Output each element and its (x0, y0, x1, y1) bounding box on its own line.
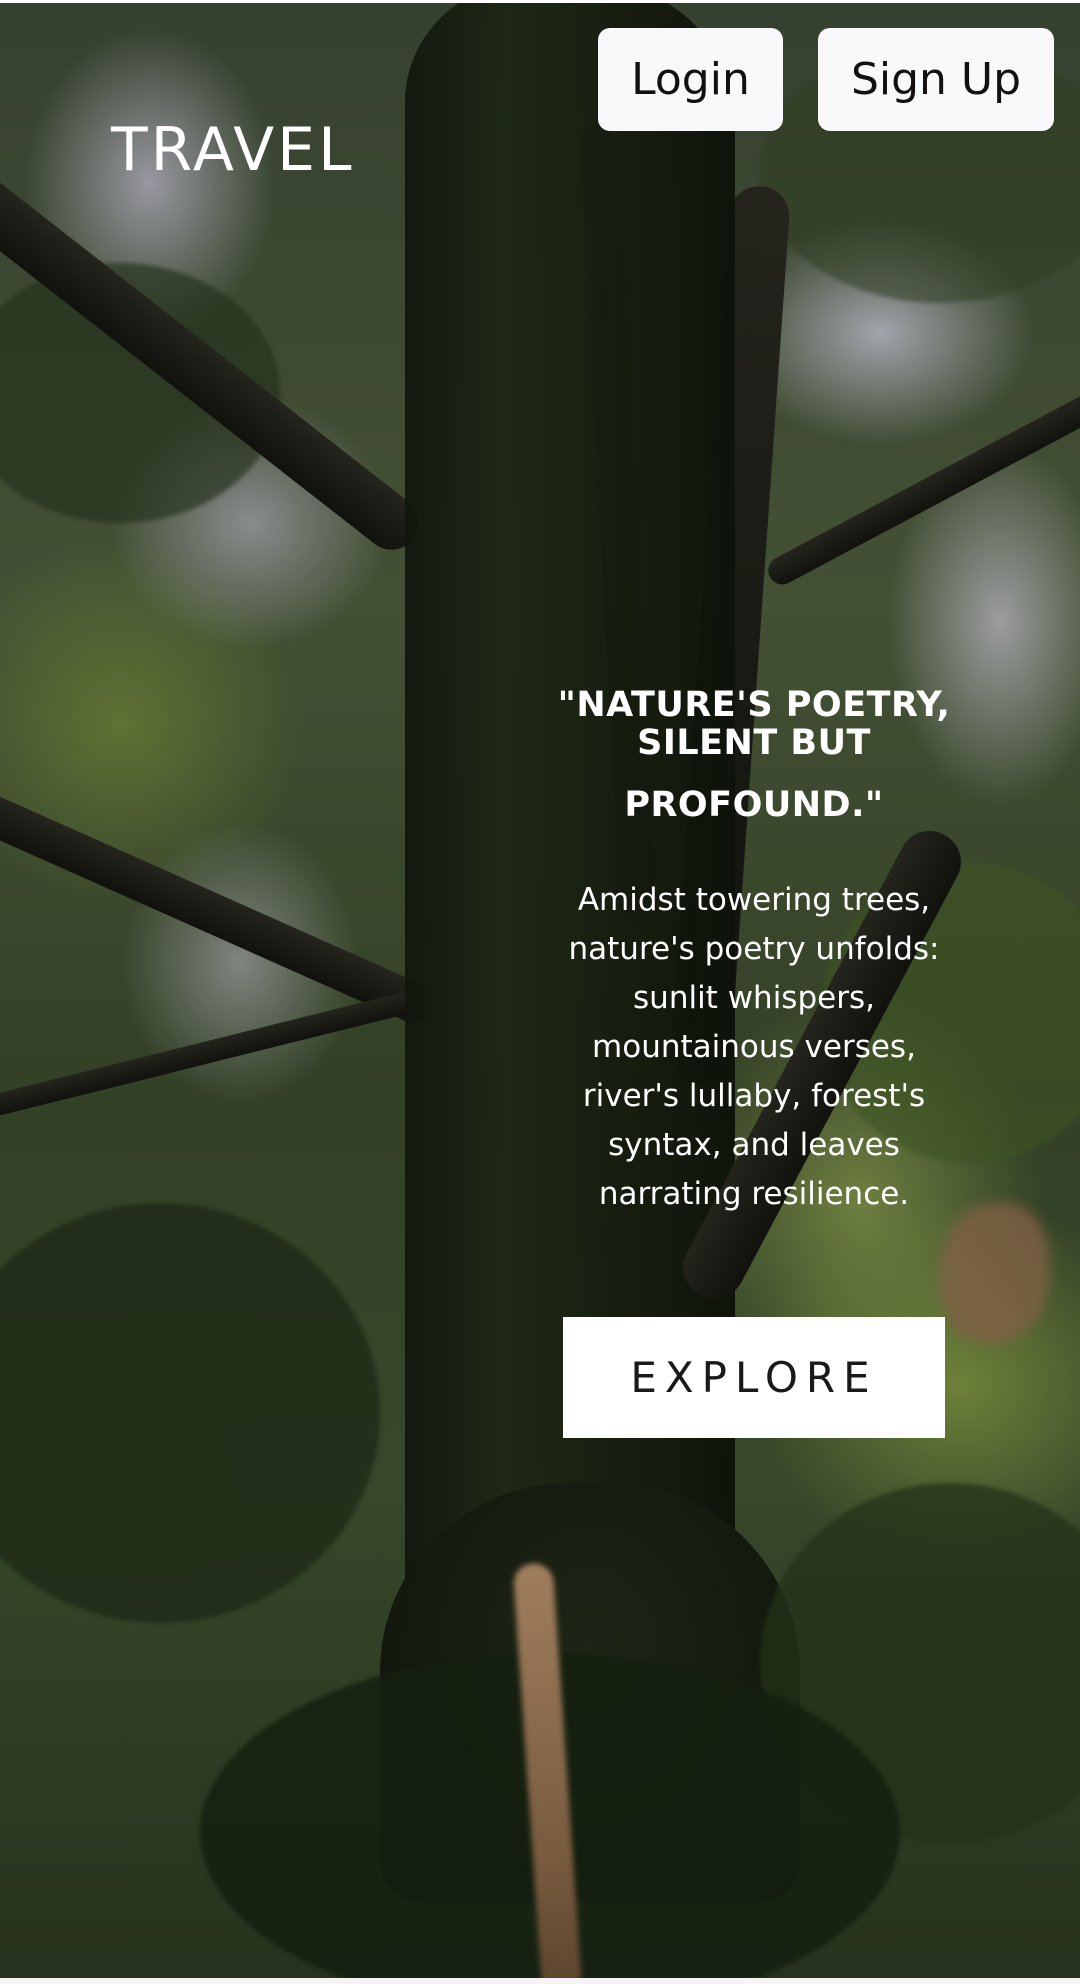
page-bottom-edge (0, 1978, 1080, 1984)
signup-button[interactable]: Sign Up (818, 28, 1054, 131)
hero-title: "NATURE'S POETRY, SILENT BUT PROFOUND." (540, 686, 968, 824)
hero-title-line: PROFOUND." (624, 785, 884, 825)
hero-title-line: "NATURE'S POETRY, SILENT BUT (557, 685, 951, 763)
landing-page: TRAVEL Login Sign Up "NATURE'S POETRY, S… (0, 0, 1080, 1984)
explore-button[interactable]: EXPLORE (563, 1317, 945, 1438)
hero-section: "NATURE'S POETRY, SILENT BUT PROFOUND." … (540, 686, 968, 1219)
login-button[interactable]: Login (598, 28, 783, 131)
hero-description: Amidst towering trees, nature's poetry u… (568, 882, 940, 1212)
brand-logo[interactable]: TRAVEL (111, 108, 355, 192)
